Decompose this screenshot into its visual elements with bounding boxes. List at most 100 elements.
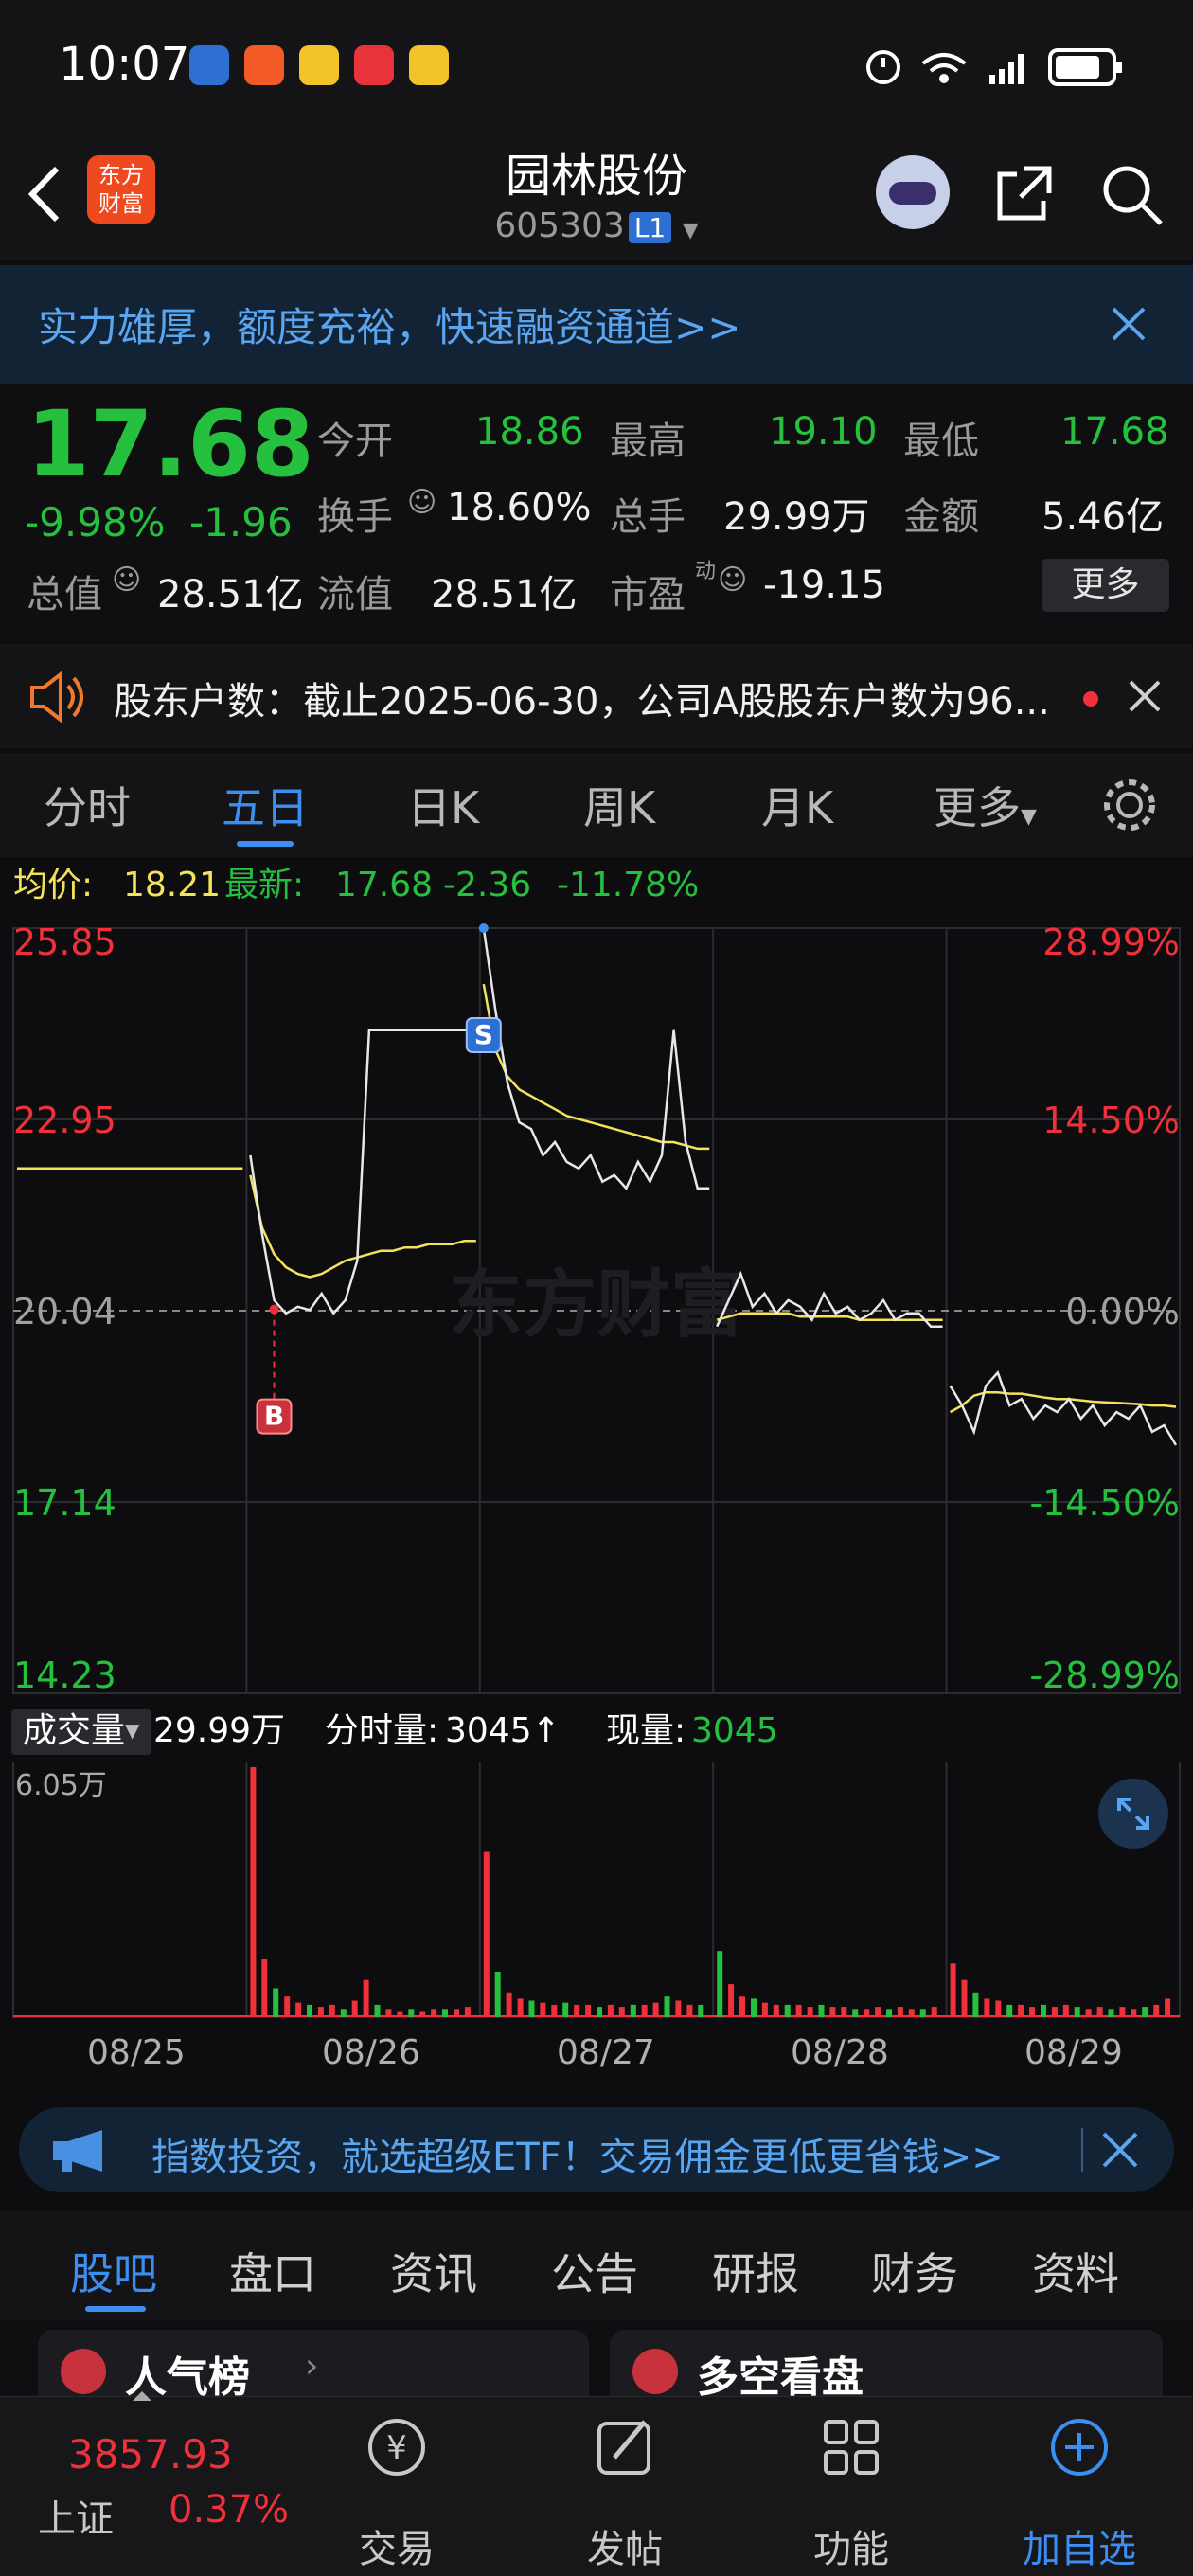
five-day-price-chart[interactable]: 东方财富 25.85 28.99% 22.95 14.50% 20.04 0.00% 17.1… — [0, 914, 1193, 1700]
volume-bar — [307, 2004, 312, 2017]
series-line-avg — [482, 983, 710, 1151]
series-line-price — [716, 1270, 943, 1328]
etf-promo-text: 指数投资，就选超级ETF！交易佣金更低更省钱>> — [151, 2136, 1004, 2179]
megaphone-icon — [53, 2130, 102, 2172]
tab-news[interactable]: 资讯 — [390, 2240, 477, 2302]
volume-bar — [1096, 2007, 1103, 2017]
tab-profile[interactable]: 资料 — [1032, 2240, 1119, 2302]
tab-five-day[interactable]: 五日 — [222, 774, 309, 836]
volume-bar — [818, 2004, 825, 2017]
close-icon[interactable] — [1100, 2130, 1140, 2170]
gear-icon[interactable] — [1098, 774, 1161, 836]
open-value: 18.86 — [475, 410, 584, 454]
functions-grid-icon[interactable] — [818, 2414, 884, 2480]
popularity-card[interactable]: 人气榜 › — [38, 2330, 589, 2396]
series-line-avg — [249, 1174, 476, 1279]
collapse-arrow-icon[interactable] — [133, 2391, 151, 2401]
volume-bar — [630, 2004, 636, 2017]
long-short-card[interactable]: 多空看盘 — [610, 2330, 1163, 2396]
app7b-notification-icon — [409, 45, 449, 85]
high-label: 最高 — [610, 420, 686, 463]
volume-bar — [295, 2002, 302, 2017]
nav-add-watchlist[interactable]: 加自选 — [1004, 2518, 1155, 2573]
more-button[interactable]: 更多 — [1042, 559, 1169, 612]
battery-icon — [1048, 48, 1122, 86]
search-icon[interactable] — [1098, 161, 1166, 229]
volume-bar — [852, 2009, 859, 2017]
latest-label: 最新: — [224, 866, 305, 904]
volume-bar — [886, 2009, 892, 2017]
volume-bar — [442, 2009, 448, 2017]
financing-promo-banner[interactable]: 实力雄厚，额度充裕，快速融资通道>> — [0, 265, 1193, 384]
shareholder-notice[interactable]: 股东户数：截止2025-06-30，公司A股股东户数为96... — [0, 644, 1193, 748]
volume-bar — [841, 2007, 847, 2017]
tab-monthly-k[interactable]: 月K — [761, 774, 833, 836]
y-tick-left: 17.14 — [13, 1482, 116, 1524]
etf-promo-banner[interactable]: 指数投资，就选超级ETF！交易佣金更低更省钱>> — [19, 2107, 1174, 2192]
tab-weekly-k[interactable]: 周K — [583, 774, 655, 836]
volume-bar — [494, 1972, 501, 2017]
volume-bar — [1041, 2004, 1046, 2017]
volume-bar — [385, 2009, 392, 2017]
tab-intraday[interactable]: 分时 — [44, 774, 131, 836]
nav-header: 东方 财富 园林股份 605303 L1 ▼ — [0, 133, 1193, 260]
tab-announcements[interactable]: 公告 — [551, 2240, 638, 2302]
tab-research[interactable]: 研报 — [712, 2240, 799, 2302]
volume-bar — [950, 1963, 956, 2017]
expand-icon — [1117, 1798, 1149, 1830]
volume-bar — [864, 2009, 870, 2017]
tab-finance[interactable]: 财务 — [871, 2240, 958, 2302]
change-pct: -9.98% — [25, 499, 166, 546]
robot-assistant-icon[interactable] — [876, 155, 950, 229]
float-value: 28.51亿 — [431, 573, 578, 617]
tab-guba[interactable]: 股吧 — [70, 2240, 157, 2302]
info-icon[interactable]: ☺ — [718, 564, 747, 597]
x-tick-label: 08/25 — [87, 2033, 186, 2072]
card-title: 多空看盘 — [697, 2353, 864, 2396]
tab-pankou[interactable]: 盘口 — [229, 2240, 316, 2302]
latest-change: -2.36 — [443, 866, 532, 904]
volume-bar — [585, 2004, 592, 2017]
volume-chart[interactable]: 6.05万 — [0, 1761, 1193, 2022]
close-icon[interactable] — [1108, 303, 1149, 345]
index-name: 上证 — [38, 2497, 114, 2541]
close-icon[interactable] — [1127, 678, 1163, 714]
volume-bar — [675, 2000, 682, 2017]
nav-post[interactable]: 发帖 — [549, 2518, 701, 2573]
volume-bar — [1165, 1998, 1171, 2017]
info-icon[interactable]: ☺ — [112, 564, 141, 597]
volume-bar — [739, 1996, 745, 2017]
trade-yuan-icon[interactable]: ¥ — [364, 2414, 430, 2480]
volume-bar — [528, 2000, 535, 2017]
app7-notification-icon — [299, 45, 339, 85]
info-icon[interactable]: ☺ — [407, 486, 436, 519]
add-watchlist-icon[interactable] — [1046, 2414, 1113, 2480]
y-tick-right: -14.50% — [1029, 1482, 1180, 1524]
nav-trade[interactable]: 交易 — [321, 2518, 472, 2573]
status-time: 10:07 — [59, 38, 190, 91]
avg-value: 18.21 — [123, 866, 222, 904]
volume-bar — [374, 2004, 381, 2017]
amount-label: 金额 — [903, 495, 979, 539]
tick-volume-label: 分时量: — [325, 1711, 439, 1750]
volume-bar — [717, 1951, 723, 2017]
index-value[interactable]: 3857.93 — [68, 2431, 233, 2478]
tab-more[interactable]: 更多▼ — [934, 774, 1037, 836]
volume-bar — [431, 2009, 437, 2017]
volume-bar — [664, 1996, 670, 2017]
x-axis: 08/25 08/26 08/27 08/28 08/29 — [0, 2022, 1193, 2098]
volume-bar — [596, 2007, 602, 2017]
expand-button[interactable] — [1098, 1779, 1168, 1849]
mktcap-value: 28.51亿 — [157, 573, 304, 617]
volume-bar — [641, 2004, 648, 2017]
latest-value: 17.68 — [335, 866, 434, 904]
tab-daily-k[interactable]: 日K — [407, 774, 479, 836]
open-label: 今开 — [317, 420, 393, 463]
share-icon[interactable] — [992, 161, 1057, 225]
volume-bar — [1153, 2004, 1160, 2017]
nav-functions[interactable]: 功能 — [775, 2518, 927, 2573]
y-tick-right: -28.99% — [1029, 1655, 1180, 1696]
edit-post-icon[interactable] — [592, 2414, 658, 2480]
active-tab-indicator — [85, 2306, 146, 2312]
notice-text: 股东户数：截止2025-06-30，公司A股股东户数为96... — [114, 680, 1050, 724]
